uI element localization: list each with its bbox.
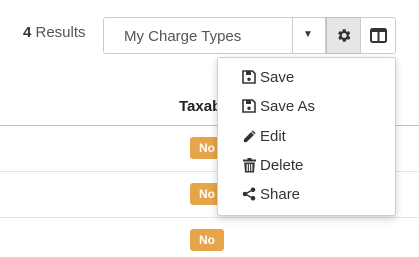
pencil-icon [241, 128, 257, 144]
caret-down-icon[interactable]: ▼ [303, 29, 313, 40]
floppy-disk-icon [241, 69, 257, 85]
floppy-disk-icon [241, 98, 257, 114]
results-count: 4 Results [23, 24, 86, 41]
columns-button[interactable] [360, 17, 396, 54]
view-select-value: My Charge Types [124, 28, 242, 45]
share-icon [241, 186, 257, 202]
menu-item-delete[interactable]: Delete [241, 154, 303, 176]
menu-item-share[interactable]: Share [241, 183, 300, 205]
menu-item-save-as[interactable]: Save As [241, 95, 315, 117]
menu-item-label: Save As [260, 97, 316, 115]
menu-item-label: Save [260, 68, 295, 86]
taxable-badge: No [190, 229, 224, 251]
menu-item-label: Delete [260, 156, 304, 174]
taxable-column-header[interactable]: Taxab [179, 98, 221, 115]
trash-icon [241, 157, 257, 173]
view-select[interactable]: My Charge Types ▼ [103, 17, 326, 54]
menu-item-save[interactable]: Save [241, 66, 294, 88]
menu-item-label: Share [260, 185, 301, 203]
row-divider [0, 217, 419, 218]
columns-icon [369, 28, 387, 43]
settings-button[interactable] [326, 17, 361, 54]
results-label: Results [31, 24, 86, 41]
menu-item-label: Edit [260, 127, 286, 145]
view-select-divider [292, 18, 293, 53]
settings-dropdown-menu: Save Save As Edit Delete Share [217, 57, 396, 216]
gear-icon [338, 29, 351, 42]
menu-item-edit[interactable]: Edit [241, 125, 286, 147]
